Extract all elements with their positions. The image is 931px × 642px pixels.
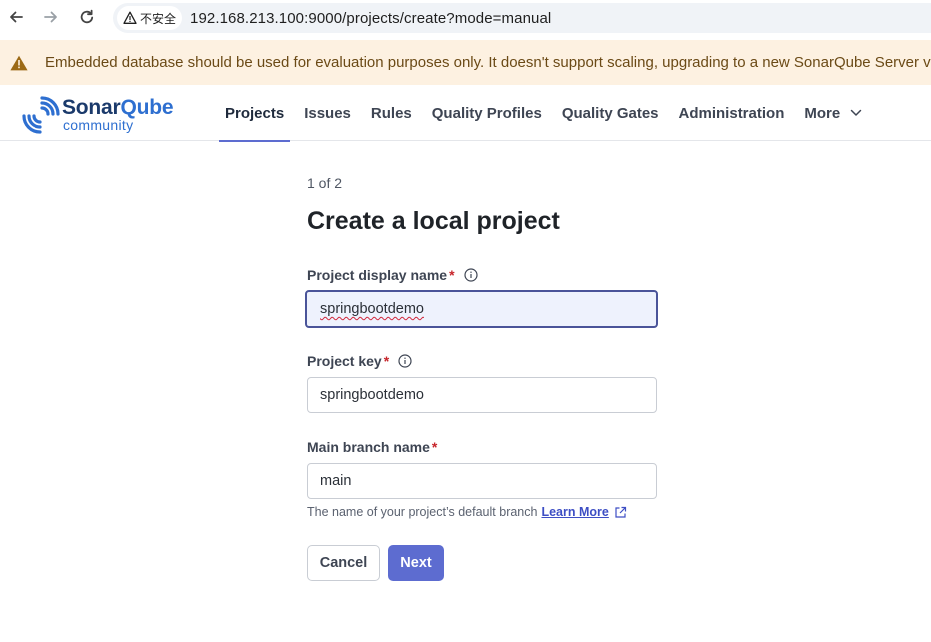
page-title: Create a local project bbox=[307, 207, 560, 235]
arrow-right-icon bbox=[44, 11, 57, 23]
step-indicator: 1 of 2 bbox=[307, 175, 343, 191]
label-text: Project key bbox=[307, 353, 382, 369]
nav-label: Issues bbox=[304, 104, 351, 122]
back-button[interactable] bbox=[0, 1, 32, 33]
warning-icon bbox=[123, 11, 137, 24]
cancel-button[interactable]: Cancel bbox=[307, 545, 380, 581]
external-link-icon[interactable] bbox=[614, 506, 627, 519]
logo-name-part2: Qube bbox=[120, 95, 174, 119]
label-text: Main branch name bbox=[307, 439, 430, 455]
nav-label: Projects bbox=[225, 104, 285, 122]
logo-subtitle: community bbox=[63, 116, 134, 133]
warning-triangle-icon bbox=[10, 55, 28, 71]
display-name-label: Project display name * bbox=[307, 267, 478, 283]
nav-label: Quality Gates bbox=[561, 104, 659, 122]
help-text: The name of your project’s default branc… bbox=[307, 505, 538, 519]
logo-text: SonarQube community bbox=[62, 95, 174, 133]
required-mark: * bbox=[383, 353, 390, 369]
nav-projects[interactable]: Projects bbox=[219, 85, 291, 142]
learn-more-link[interactable]: Learn More bbox=[541, 505, 608, 519]
nav-label: Administration bbox=[678, 104, 785, 122]
required-mark: * bbox=[431, 439, 438, 455]
project-key-label: Project key * bbox=[307, 353, 412, 369]
nav-label: More bbox=[804, 104, 841, 122]
nav-label: Quality Profiles bbox=[431, 104, 542, 122]
main-branch-input[interactable] bbox=[307, 463, 657, 499]
security-chip[interactable]: 不安全 bbox=[117, 6, 183, 30]
logo-name-part1: Sonar bbox=[62, 95, 121, 119]
info-icon[interactable] bbox=[398, 354, 412, 368]
app-header: SonarQube community Projects Issues Rule… bbox=[0, 85, 931, 142]
arrow-left-icon bbox=[10, 11, 23, 23]
nav-quality-gates[interactable]: Quality Gates bbox=[556, 85, 665, 141]
reload-icon bbox=[80, 9, 94, 24]
reload-button[interactable] bbox=[71, 1, 103, 33]
nav-quality-profiles[interactable]: Quality Profiles bbox=[426, 85, 548, 141]
browser-toolbar: 不安全 192.168.213.100:9000/projects/create… bbox=[0, 0, 931, 36]
sonarqube-logo[interactable]: SonarQube community bbox=[20, 94, 174, 134]
address-bar[interactable]: 不安全 192.168.213.100:9000/projects/create… bbox=[113, 3, 931, 33]
main-branch-label: Main branch name * bbox=[307, 439, 437, 455]
nav-issues[interactable]: Issues bbox=[298, 85, 357, 141]
warning-banner: Embedded database should be used for eva… bbox=[0, 40, 931, 85]
forward-button[interactable] bbox=[35, 1, 67, 33]
warning-text: Embedded database should be used for eva… bbox=[45, 54, 931, 71]
url-text[interactable]: 192.168.213.100:9000/projects/create?mod… bbox=[190, 10, 551, 27]
main-nav: Projects Issues Rules Quality Profiles Q… bbox=[219, 85, 876, 142]
display-name-input[interactable] bbox=[305, 290, 658, 328]
sonar-waves-icon bbox=[22, 96, 60, 134]
security-label: 不安全 bbox=[140, 11, 177, 26]
nav-administration[interactable]: Administration bbox=[673, 85, 791, 141]
nav-label: Rules bbox=[370, 104, 412, 122]
logo-name: SonarQube bbox=[62, 95, 174, 119]
next-button[interactable]: Next bbox=[388, 545, 444, 581]
project-key-input[interactable] bbox=[307, 377, 657, 413]
chevron-down-icon bbox=[850, 109, 862, 116]
required-mark: * bbox=[449, 267, 455, 283]
branch-help-text: The name of your project’s default branc… bbox=[307, 505, 627, 519]
nav-more[interactable]: More bbox=[798, 85, 868, 141]
nav-rules[interactable]: Rules bbox=[365, 85, 418, 141]
info-icon[interactable] bbox=[463, 268, 478, 282]
label-text: Project display name bbox=[307, 267, 448, 283]
